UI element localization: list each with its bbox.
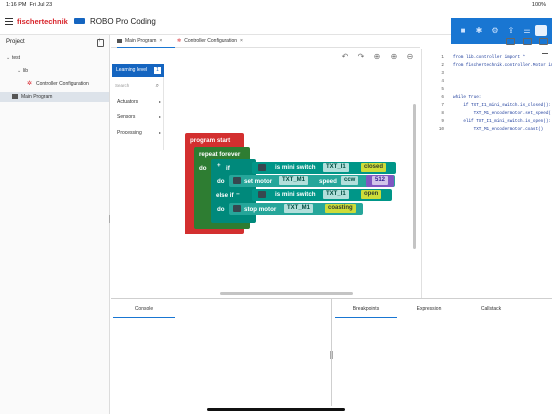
is-mini-switch-label: is mini switch xyxy=(275,164,316,171)
stop-mode-dropdown[interactable]: coasting xyxy=(325,204,356,213)
else-if-label: else if xyxy=(216,192,234,199)
repeat-forever-label: repeat forever xyxy=(199,151,241,158)
zoom-out-icon[interactable]: ⊖ xyxy=(405,52,415,61)
state-dropdown[interactable]: open xyxy=(361,190,382,199)
tree-item-controller-configuration[interactable]: ✲ Controller Configuration xyxy=(27,79,89,89)
tree-item-test[interactable]: ⌄ test xyxy=(6,53,20,63)
is-mini-switch-label: is mini switch xyxy=(275,191,316,198)
switch-icon xyxy=(258,191,266,198)
learning-level-bar[interactable]: Learning level 1 xyxy=(112,64,164,77)
workspace-vertical-scrollbar[interactable] xyxy=(413,104,416,249)
stop-icon[interactable]: ■ xyxy=(458,26,468,36)
motor-dropdown[interactable]: TXT_M1 xyxy=(284,204,314,213)
code-panel: 1 from lib.controller import * 2 from fisc… xyxy=(421,49,552,298)
direction-dropdown[interactable]: ccw xyxy=(341,176,359,185)
layout-side-icon[interactable] xyxy=(539,38,548,45)
bottom-panel: Console Breakpoints Expression Callstack xyxy=(111,298,552,406)
caret-icon: ▸ xyxy=(158,114,161,119)
home-indicator[interactable] xyxy=(207,408,345,411)
tree-item-lib[interactable]: ⌄ lib xyxy=(17,66,28,76)
category-actuators[interactable]: Actuators ▸ xyxy=(117,97,161,107)
project-panel: Project ⌄test ⌄lib ✲Controller Configura… xyxy=(0,35,110,414)
close-icon[interactable]: × xyxy=(240,38,243,44)
caret-icon: ▸ xyxy=(158,130,161,135)
tab-expression[interactable]: Expression xyxy=(399,301,459,318)
layout-split-icon[interactable] xyxy=(506,38,515,45)
state-dropdown[interactable]: closed xyxy=(361,163,387,172)
status-bar: 1:16 PM Fri Jul 23 100% xyxy=(0,0,552,9)
else-if-remove-icon[interactable]: − xyxy=(236,191,240,198)
project-title: Project xyxy=(6,39,25,45)
app-title: ROBO Pro Coding xyxy=(90,17,156,26)
block-toolbox: Learning level 1 Search ⌕ Actuators ▸ Sen… xyxy=(112,64,164,150)
if-add-icon[interactable]: + xyxy=(217,162,221,169)
motor-icon xyxy=(233,177,241,184)
minimize-icon[interactable] xyxy=(542,53,548,54)
learning-level-value[interactable]: 1 xyxy=(154,67,161,74)
stop-motor-label: stop motor xyxy=(244,206,277,213)
speed-value-field[interactable]: 512 xyxy=(372,176,389,185)
layout-bottom-icon[interactable] xyxy=(523,38,532,45)
set-motor-label: set motor xyxy=(244,178,273,185)
tab-main-program[interactable]: Main Program × xyxy=(117,35,175,48)
toolbox-search-input[interactable]: Search ⌕ xyxy=(115,81,161,91)
close-icon[interactable]: × xyxy=(159,38,162,44)
program-start-label: program start xyxy=(190,137,231,144)
if-do-label: do xyxy=(217,178,225,185)
if-label: if xyxy=(226,165,230,172)
user-icon[interactable] xyxy=(535,25,547,36)
switch-icon xyxy=(258,164,266,171)
undo-icon[interactable]: ↶ xyxy=(340,52,350,61)
panel-resize-handle[interactable] xyxy=(330,351,333,359)
category-processing[interactable]: Processing ▸ xyxy=(117,128,161,138)
workspace-horizontal-scrollbar[interactable] xyxy=(220,292,353,295)
editor-tabs: Main Program × ✲ Controller Configuration × xyxy=(111,35,420,48)
battery-indicator: 100% xyxy=(531,2,546,8)
speed-label: speed xyxy=(319,178,337,185)
else-if-do-label: do xyxy=(217,206,225,213)
gear-icon: ✲ xyxy=(27,81,33,87)
code-view-icon[interactable]: ⚌ xyxy=(522,26,532,36)
zoom-in-icon[interactable]: ⊕ xyxy=(389,52,399,61)
cable-icon[interactable]: ✱ xyxy=(474,26,484,36)
tree-item-main-program[interactable]: Main Program xyxy=(0,92,109,102)
program-icon xyxy=(117,38,122,43)
status-time: 1:16 PM Fri Jul 23 xyxy=(6,2,53,8)
redo-icon[interactable]: ↷ xyxy=(356,52,366,61)
settings-icon[interactable]: ⚙ xyxy=(490,26,500,36)
program-icon xyxy=(12,94,18,100)
caret-icon: ▸ xyxy=(158,99,161,104)
search-icon: ⌕ xyxy=(155,83,159,89)
center-icon[interactable]: ⊕ xyxy=(372,52,382,61)
layout-switcher xyxy=(506,38,550,46)
app-bar: fischertechnik ROBO Pro Coding ■ ✱ ⚙ ⇪ ⚌ xyxy=(0,9,552,44)
menu-icon[interactable] xyxy=(5,18,13,25)
tab-controller-configuration[interactable]: ✲ Controller Configuration × xyxy=(177,35,267,48)
motor-icon xyxy=(233,205,241,212)
export-icon[interactable]: ⇪ xyxy=(506,26,516,36)
switch-dropdown[interactable]: TXT_I1 xyxy=(323,190,349,199)
category-sensors[interactable]: Sensors ▸ xyxy=(117,112,161,122)
brand-logo: fischertechnik xyxy=(17,17,68,26)
switch-dropdown[interactable]: TXT_I1 xyxy=(323,163,349,172)
repeat-do-label: do xyxy=(199,165,207,172)
gear-icon: ✲ xyxy=(177,38,182,44)
tab-breakpoints[interactable]: Breakpoints xyxy=(335,301,397,318)
add-file-icon[interactable] xyxy=(97,38,104,47)
tab-callstack[interactable]: Callstack xyxy=(461,301,521,318)
motor-dropdown[interactable]: TXT_M1 xyxy=(279,176,309,185)
brand-badge-icon xyxy=(74,18,85,24)
tab-console[interactable]: Console xyxy=(113,301,175,318)
